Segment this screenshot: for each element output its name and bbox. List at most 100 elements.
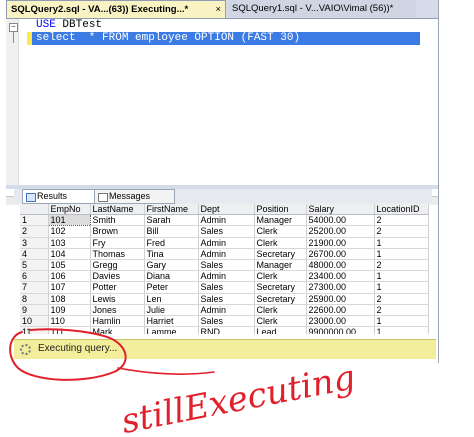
grid-cell[interactable]: Fry xyxy=(90,237,145,249)
grid-cell[interactable]: 1 xyxy=(374,237,429,249)
close-tab-icon[interactable]: × xyxy=(215,1,221,18)
grid-cell[interactable]: Davies xyxy=(90,270,145,283)
table-row[interactable]: 8 108 Lewis Len Sales Secretary 25900.00 2 xyxy=(20,293,429,305)
grid-cell[interactable]: 1 xyxy=(374,270,429,283)
column-header[interactable]: Position xyxy=(254,204,307,216)
grid-cell[interactable]: Secretary xyxy=(254,248,307,260)
row-number[interactable]: 6 xyxy=(20,270,49,283)
table-row[interactable]: 10 110 Hamlin Harriet Sales Clerk 23000.00 1 xyxy=(20,315,429,328)
column-header[interactable]: LocationID xyxy=(374,204,429,216)
grid-cell[interactable]: Admin xyxy=(198,237,255,249)
grid-cell[interactable]: 23400.00 xyxy=(306,270,375,283)
code-line-2-selected[interactable]: select * FROM employee OPTION (FAST 30) xyxy=(32,32,420,45)
table-row[interactable]: 1 101 Smith Sarah Admin Manager 54000.00 2 xyxy=(20,214,429,227)
grid-cell[interactable]: Sarah xyxy=(144,214,199,227)
row-number[interactable]: 4 xyxy=(20,248,49,260)
grid-cell[interactable]: 2 xyxy=(374,259,429,272)
table-row[interactable]: 7 107 Potter Peter Sales Secretary 27300.00 1 xyxy=(20,281,429,294)
grid-cell[interactable]: Manager xyxy=(254,214,307,227)
table-row[interactable]: 2 102 Brown Bill Sales Clerk 25200.00 2 xyxy=(20,225,429,238)
grid-cell[interactable]: 2 xyxy=(374,293,429,305)
grid-cell[interactable]: Potter xyxy=(90,281,145,294)
grid-cell[interactable]: Fred xyxy=(144,237,199,249)
grid-cell[interactable]: 21900.00 xyxy=(306,237,375,249)
grid-cell[interactable]: 101 xyxy=(47,214,91,227)
column-header[interactable]: Salary xyxy=(306,204,375,216)
grid-cell[interactable]: Gary xyxy=(144,259,199,272)
grid-cell[interactable]: 54000.00 xyxy=(306,214,375,227)
grid-cell[interactable]: 111 xyxy=(48,326,91,334)
grid-cell[interactable]: 1 xyxy=(374,326,429,334)
grid-cell[interactable]: 2 xyxy=(374,304,429,316)
table-row[interactable]: 3 103 Fry Fred Admin Clerk 21900.00 1 xyxy=(20,237,429,249)
table-row[interactable]: 5 105 Gregg Gary Sales Manager 48000.00 2 xyxy=(20,259,429,272)
grid-cell[interactable]: Clerk xyxy=(254,270,307,283)
grid-cell[interactable]: Mark xyxy=(90,326,145,334)
grid-cell[interactable]: 48000.00 xyxy=(306,259,375,272)
column-header[interactable]: Dept xyxy=(198,204,255,216)
grid-cell[interactable]: 1 xyxy=(374,315,429,328)
grid-cell[interactable]: 1 xyxy=(374,281,429,294)
grid-cell[interactable]: Bill xyxy=(144,225,199,238)
table-row[interactable]: 11 111 Mark Lamme RND Lead 9900000.00 1 xyxy=(20,326,429,334)
row-number[interactable]: 3 xyxy=(20,237,49,249)
grid-cell[interactable]: Lamme xyxy=(144,326,199,334)
grid-cell[interactable]: Diana xyxy=(144,270,199,283)
grid-cell[interactable]: Sales xyxy=(198,281,255,294)
grid-cell[interactable]: 107 xyxy=(48,281,91,294)
grid-cell[interactable]: 26700.00 xyxy=(306,248,375,260)
grid-cell[interactable]: 102 xyxy=(48,225,91,238)
grid-cell[interactable]: 103 xyxy=(48,237,91,249)
grid-cell[interactable]: Sales xyxy=(198,259,255,272)
grid-cell[interactable]: Lewis xyxy=(90,293,145,305)
grid-cell[interactable]: Admin xyxy=(198,214,255,227)
row-number[interactable]: 8 xyxy=(20,293,49,305)
grid-cell[interactable]: Admin xyxy=(198,248,255,260)
grid-cell[interactable]: Tina xyxy=(144,248,199,260)
grid-cell[interactable]: Manager xyxy=(254,259,307,272)
code-line-1[interactable]: USE DBTest xyxy=(36,19,102,32)
grid-cell[interactable]: Julie xyxy=(144,304,199,316)
grid-cell[interactable]: Admin xyxy=(198,270,255,283)
grid-cell[interactable]: 108 xyxy=(48,293,91,305)
grid-cell[interactable]: Secretary xyxy=(254,281,307,294)
grid-cell[interactable]: Admin xyxy=(198,304,255,316)
grid-cell[interactable]: Gregg xyxy=(90,259,145,272)
grid-cell[interactable]: 1 xyxy=(374,248,429,260)
grid-cell[interactable]: 105 xyxy=(48,259,91,272)
row-number[interactable]: 1 xyxy=(20,214,49,227)
grid-cell[interactable]: Peter xyxy=(144,281,199,294)
grid-cell[interactable]: 9900000.00 xyxy=(306,326,375,334)
grid-cell[interactable]: Brown xyxy=(90,225,145,238)
grid-cell[interactable]: 27300.00 xyxy=(306,281,375,294)
grid-cell[interactable]: 2 xyxy=(374,225,429,238)
grid-cell[interactable]: 2 xyxy=(374,214,429,227)
grid-cell[interactable]: Clerk xyxy=(254,225,307,238)
sql-editor[interactable]: − USE DBTest select * FROM employee OPTI… xyxy=(6,19,438,205)
column-header[interactable]: EmpNo xyxy=(48,204,91,216)
row-number[interactable]: 11 xyxy=(20,326,49,334)
column-header[interactable]: FirstName xyxy=(144,204,199,216)
table-row[interactable]: 9 109 Jones Julie Admin Clerk 22600.00 2 xyxy=(20,304,429,316)
tab-messages[interactable]: Messages xyxy=(94,189,175,204)
grid-cell[interactable]: 104 xyxy=(48,248,91,260)
grid-cell[interactable]: 109 xyxy=(48,304,91,316)
grid-cell[interactable]: Sales xyxy=(198,225,255,238)
grid-cell[interactable]: 106 xyxy=(48,270,91,283)
grid-cell[interactable]: Thomas xyxy=(90,248,145,260)
grid-cell[interactable]: 25900.00 xyxy=(306,293,375,305)
grid-cell[interactable]: Harriet xyxy=(144,315,199,328)
row-number-header[interactable] xyxy=(20,204,49,216)
table-row[interactable]: 6 106 Davies Diana Admin Clerk 23400.00 1 xyxy=(20,270,429,283)
grid-cell[interactable]: RND xyxy=(198,326,255,334)
grid-cell[interactable]: Clerk xyxy=(254,304,307,316)
results-grid[interactable]: EmpNo LastName FirstName Dept Position Salary… xyxy=(20,204,432,334)
column-header[interactable]: LastName xyxy=(90,204,145,216)
grid-cell[interactable]: 23000.00 xyxy=(306,315,375,328)
grid-cell[interactable]: 110 xyxy=(48,315,91,328)
row-number[interactable]: 2 xyxy=(20,225,49,238)
row-number[interactable]: 9 xyxy=(20,304,49,316)
grid-cell[interactable]: Jones xyxy=(90,304,145,316)
row-number[interactable]: 5 xyxy=(20,259,49,272)
grid-cell[interactable]: Lead xyxy=(254,326,307,334)
